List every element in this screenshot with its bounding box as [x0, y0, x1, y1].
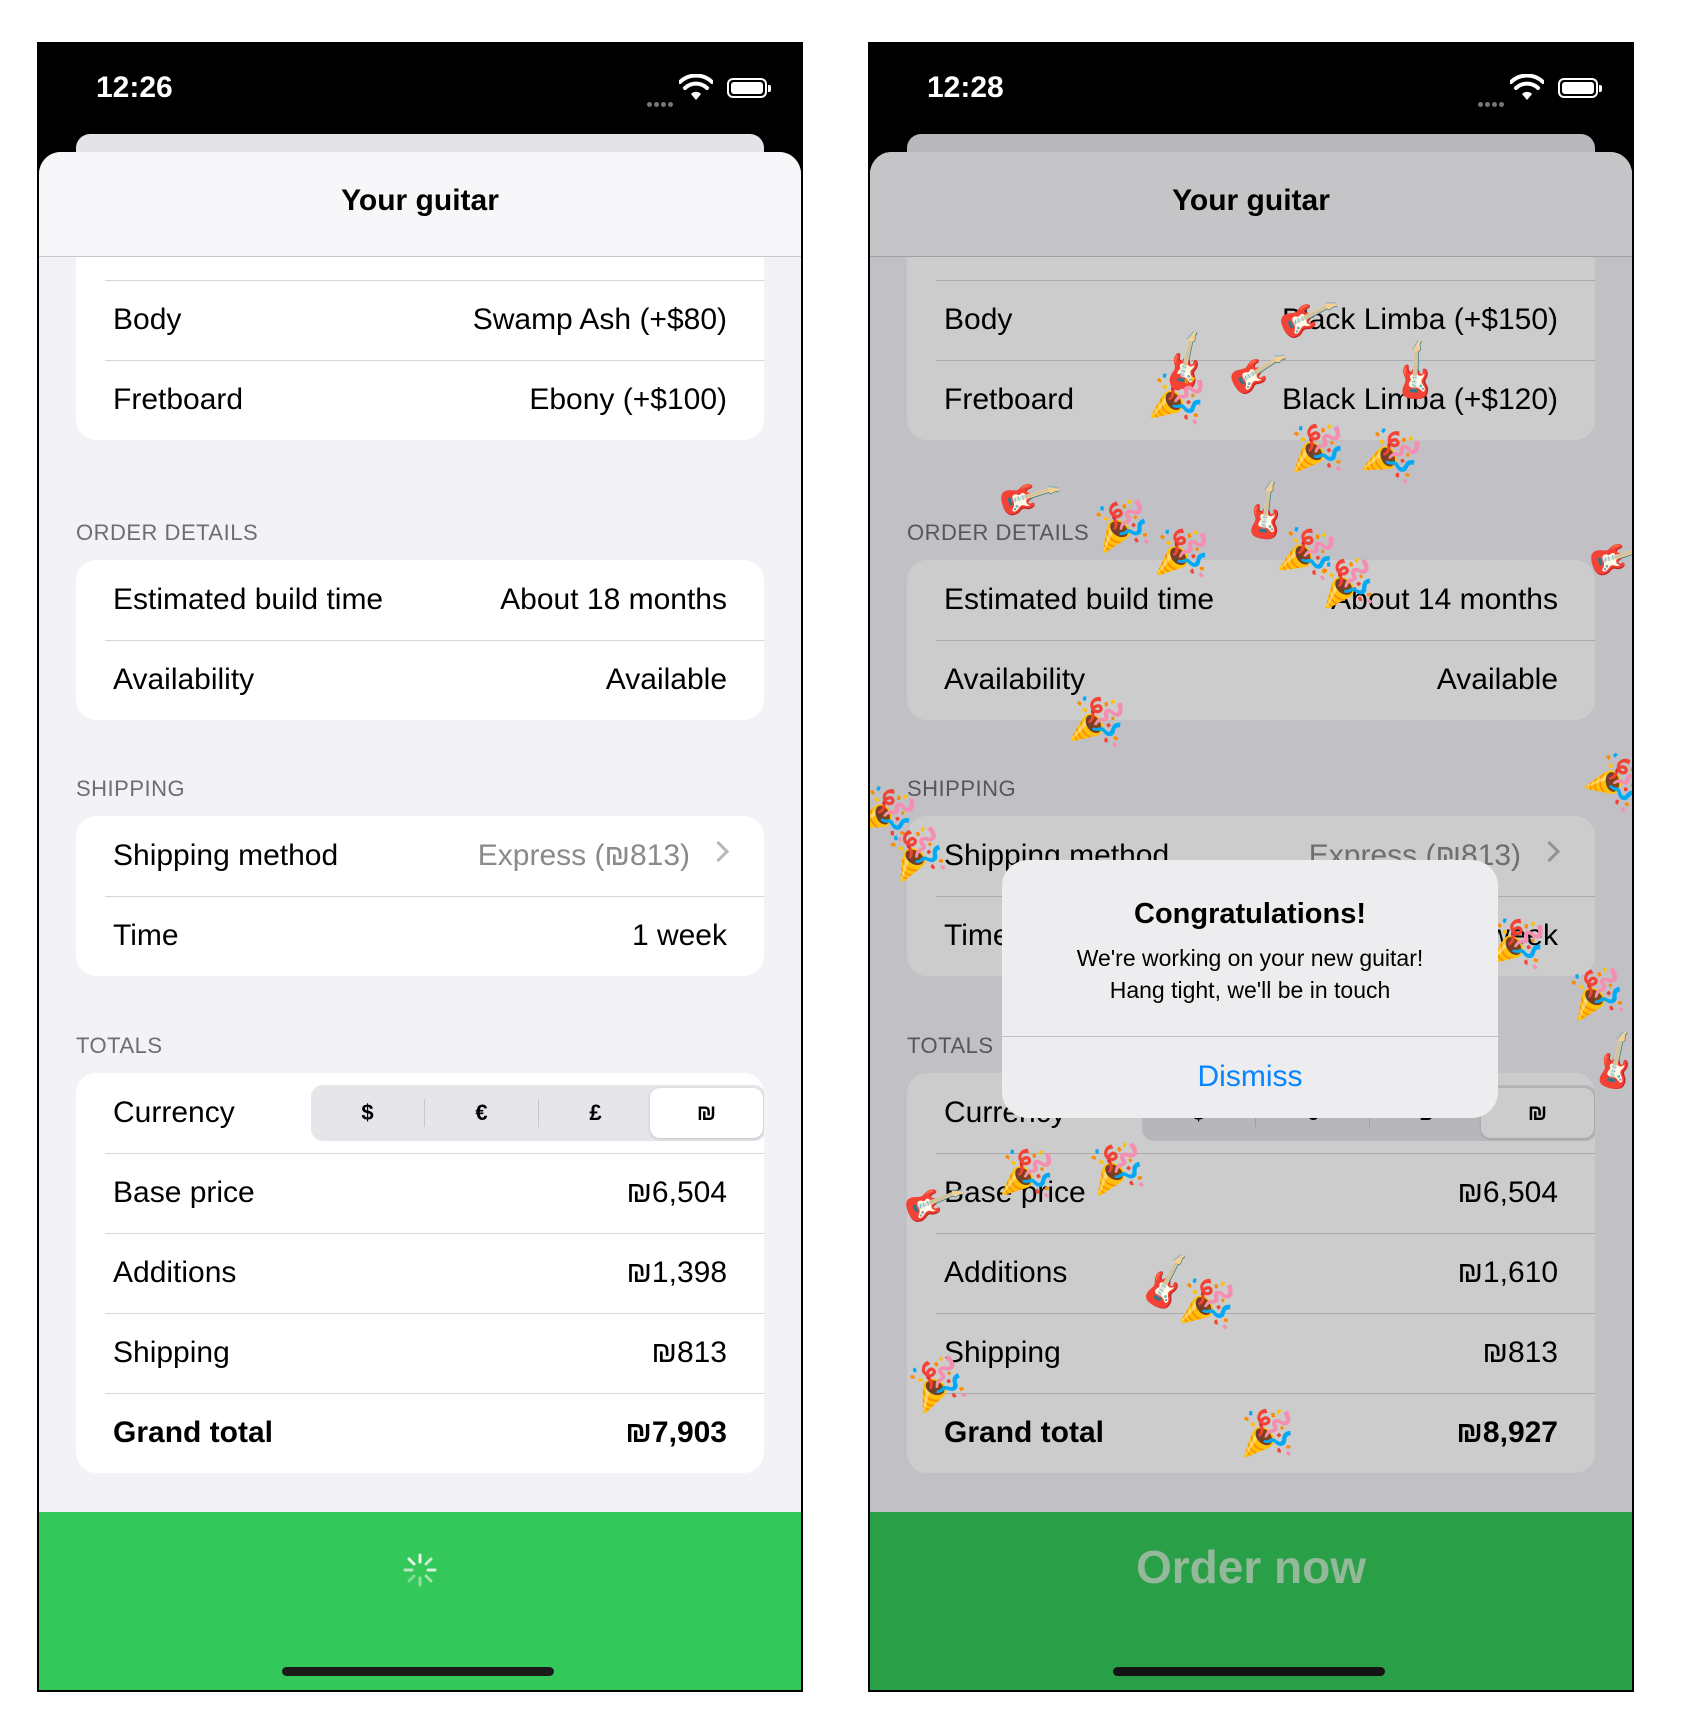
party-popper-icon: 🎉 — [1153, 526, 1212, 581]
order-details-group: Estimated build time About 18 months Ava… — [76, 560, 764, 720]
currency-row: Currency $ € £ ₪ — [76, 1073, 764, 1153]
party-popper-icon: 🎉 — [1317, 556, 1377, 611]
currency-segment-pound[interactable]: £ — [539, 1085, 652, 1141]
row-value: Available — [605, 663, 727, 696]
battery-icon — [1558, 78, 1602, 98]
page-title: Your guitar — [341, 184, 499, 217]
nav-bar: Your guitar — [39, 152, 801, 257]
shipping-time-row: Time 1 week — [76, 896, 764, 976]
section-header-totals: TOTALS — [76, 1033, 163, 1058]
order-sheet: Color Sky (+$150) Body Swamp Ash (+$80) … — [39, 152, 801, 1690]
home-indicator — [282, 1667, 554, 1676]
party-popper-icon: 🎉 — [1566, 964, 1629, 1023]
cellular-signal-icon — [647, 94, 675, 112]
order-button[interactable] — [39, 1512, 801, 1690]
phone-screen-left: 12:26 Color Sky (+$150) Body Swamp Ash (… — [37, 42, 803, 1692]
row-value: Express (₪813) — [477, 839, 690, 872]
row-value: ₪7,903 — [625, 1416, 727, 1449]
row-label: Additions — [113, 1256, 237, 1289]
row-label: Estimated build time — [113, 583, 384, 616]
section-header-order-details: ORDER DETAILS — [76, 520, 259, 545]
option-row-fretboard[interactable]: Fretboard Ebony (+$100) — [76, 360, 764, 440]
order-form[interactable]: Color Sky (+$150) Body Swamp Ash (+$80) … — [39, 152, 801, 1690]
status-time: 12:26 — [96, 71, 173, 104]
build-time-row: Estimated build time About 18 months — [76, 560, 764, 640]
additions-row: Additions ₪1,398 — [76, 1233, 764, 1313]
party-popper-icon: 🎉 — [1240, 1409, 1295, 1458]
currency-picker[interactable]: $ € £ ₪ — [311, 1085, 764, 1141]
shipping-cost-row: Shipping ₪813 — [76, 1313, 764, 1393]
row-value: 1 week — [631, 919, 727, 952]
order-sheet: Color Sky (+$150) Body Black Limba (+$15… — [870, 152, 1632, 1690]
wifi-icon — [1510, 74, 1544, 100]
row-value: Swamp Ash (+$80) — [472, 303, 727, 336]
shipping-group: Shipping method Express (₪813) Time 1 we… — [76, 816, 764, 976]
row-value: About 18 months — [500, 583, 727, 616]
alert-title: Congratulations! — [1134, 898, 1366, 930]
row-label: Base price — [113, 1176, 255, 1209]
currency-segment-euro[interactable]: € — [425, 1085, 538, 1141]
alert-message: We're working on your new guitar! Hang t… — [1022, 942, 1478, 1006]
option-row-body[interactable]: Body Swamp Ash (+$80) — [76, 280, 764, 360]
dismiss-button[interactable]: Dismiss — [1002, 1036, 1498, 1118]
row-value: ₪813 — [651, 1336, 727, 1369]
row-value: ₪1,398 — [626, 1256, 727, 1289]
row-label: Shipping — [113, 1336, 230, 1369]
section-header-shipping: SHIPPING — [76, 776, 186, 801]
status-time: 12:28 — [927, 71, 1004, 104]
congratulations-alert: Congratulations! We're working on your n… — [1002, 860, 1498, 1118]
alert-message-line: Hang tight, we'll be in touch — [1109, 977, 1391, 1003]
battery-icon — [727, 78, 771, 98]
row-label: Body — [113, 303, 182, 336]
grand-total-row: Grand total ₪7,903 — [76, 1393, 764, 1473]
row-label: Time — [113, 919, 179, 952]
row-label: Fretboard — [113, 383, 244, 416]
currency-segment-dollar[interactable]: $ — [311, 1085, 424, 1141]
row-value: ₪6,504 — [626, 1176, 727, 1209]
row-label: Currency — [113, 1096, 235, 1129]
row-label: Availability — [113, 663, 255, 696]
row-label: Shipping method — [113, 839, 339, 872]
party-popper-icon: 🎉 — [1290, 424, 1345, 473]
shipping-method-row[interactable]: Shipping method Express (₪813) — [76, 816, 764, 896]
party-popper-icon: 🎉 — [1091, 496, 1154, 555]
wifi-icon — [679, 74, 713, 100]
row-label: Grand total — [113, 1416, 274, 1449]
party-popper-icon: 🎉 — [998, 1146, 1057, 1201]
totals-group: Currency $ € £ ₪ Base price ₪6,504 Add — [76, 1073, 764, 1473]
base-price-row: Base price ₪6,504 — [76, 1153, 764, 1233]
party-popper-icon: 🎉 — [1176, 1274, 1239, 1333]
cellular-signal-icon — [1478, 94, 1506, 112]
party-popper-icon: 🎉 — [1086, 1139, 1149, 1198]
party-popper-icon: 🎉 — [1146, 369, 1209, 428]
loading-spinner-icon — [403, 1553, 437, 1587]
phone-screen-right: 12:28 Color Sky (+$150) Body Black Limba… — [868, 42, 1634, 1692]
alert-message-line: We're working on your new guitar! — [1076, 945, 1424, 971]
currency-segment-shekel[interactable]: ₪ — [650, 1088, 763, 1138]
availability-row: Availability Available — [76, 640, 764, 720]
row-value: Ebony (+$100) — [529, 383, 727, 416]
party-popper-icon: 🎉 — [1066, 692, 1129, 751]
chevron-right-icon — [707, 840, 730, 863]
